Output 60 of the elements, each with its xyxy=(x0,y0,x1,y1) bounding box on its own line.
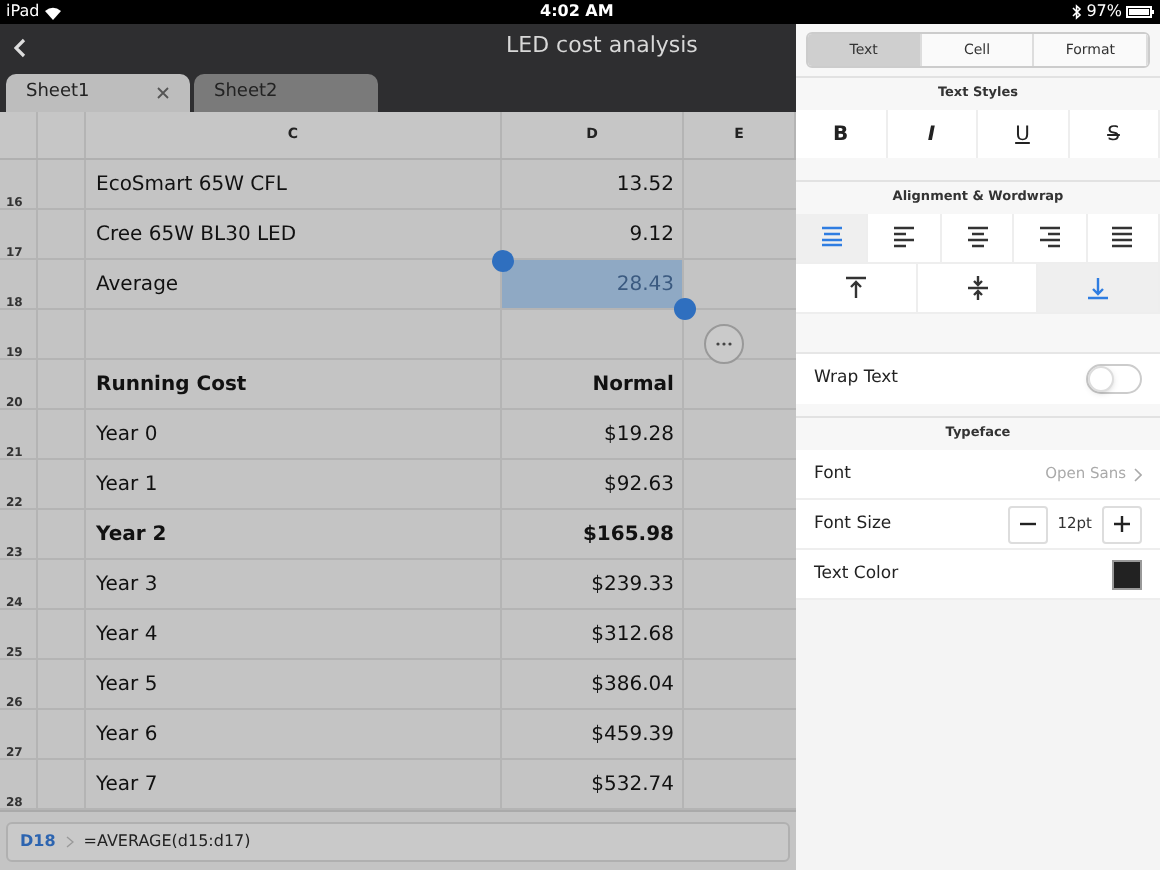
plus-icon xyxy=(1114,516,1130,532)
text-style-button[interactable]: B xyxy=(796,110,887,158)
setting-label: Wrap Text xyxy=(814,366,899,392)
table-cell[interactable]: $386.04 xyxy=(502,660,684,708)
bluetooth-icon xyxy=(1072,4,1083,20)
back-icon xyxy=(14,37,26,57)
close-icon xyxy=(156,86,170,100)
table-cell[interactable]: Year 6 xyxy=(86,710,502,758)
table-cell[interactable]: Year 3 xyxy=(86,560,502,608)
table-cell[interactable]: Normal xyxy=(502,360,684,408)
document-title: LED cost analysis xyxy=(506,30,698,63)
selection-handle[interactable] xyxy=(492,250,514,272)
setting-label: Text Color xyxy=(814,561,899,587)
table-cell[interactable]: $312.68 xyxy=(502,610,684,658)
align-bottom-icon xyxy=(1084,274,1113,302)
justify-icon xyxy=(1108,224,1137,252)
table-cell[interactable]: EcoSmart 65W CFL xyxy=(86,160,502,208)
increase-button[interactable] xyxy=(1102,505,1142,543)
table-cell[interactable]: Year 0 xyxy=(86,410,502,458)
cell-reference: D18 xyxy=(20,829,56,853)
table-cell[interactable]: $165.98 xyxy=(502,510,684,558)
formula-field[interactable]: D18 =AVERAGE(d15:d17) xyxy=(6,821,790,861)
chevron-icon xyxy=(65,835,74,847)
sheet-tab[interactable]: Sheet2 xyxy=(194,74,378,112)
decrease-button[interactable] xyxy=(1007,505,1048,543)
table-cell[interactable]: 13.52 xyxy=(502,160,684,208)
table-cell[interactable]: Year 2 xyxy=(86,510,502,558)
text-style-button[interactable]: U xyxy=(978,110,1069,158)
wifi-icon xyxy=(43,5,62,19)
align-center-icon xyxy=(963,224,992,252)
battery-percent: 97% xyxy=(1086,0,1122,24)
align-left-icon xyxy=(890,224,919,252)
selection-handle[interactable] xyxy=(674,298,696,320)
align-right-icon xyxy=(1035,224,1064,252)
table-cell[interactable]: $239.33 xyxy=(502,560,684,608)
device-label: iPad xyxy=(6,0,40,24)
table-cell[interactable]: Year 1 xyxy=(86,460,502,508)
setting-label: Font Size xyxy=(814,511,892,537)
table-cell[interactable]: $532.74 xyxy=(502,760,684,808)
align-middle-icon xyxy=(963,274,991,302)
minus-icon xyxy=(1019,522,1036,526)
text-style-button[interactable]: I xyxy=(887,110,978,158)
wrap-text-toggle[interactable] xyxy=(1086,364,1142,394)
table-cell[interactable]: $19.28 xyxy=(502,410,684,458)
table-cell[interactable]: Year 4 xyxy=(86,610,502,658)
wrap-align-icon xyxy=(817,224,846,252)
sheet-tab[interactable]: Sheet1 xyxy=(6,74,190,112)
text-style-button[interactable]: S xyxy=(1069,110,1160,158)
clock: 4:02 AM xyxy=(540,0,614,24)
color-swatch[interactable] xyxy=(1112,559,1142,589)
formula-text: =AVERAGE(d15:d17) xyxy=(83,829,251,853)
align-top-icon xyxy=(841,274,870,302)
table-cell[interactable]: $459.39 xyxy=(502,710,684,758)
table-cell[interactable]: Running Cost xyxy=(86,360,502,408)
battery-icon xyxy=(1126,6,1154,18)
table-cell[interactable]: Year 7 xyxy=(86,760,502,808)
chevron-icon xyxy=(1134,467,1142,481)
setting-label: Font xyxy=(814,461,852,487)
table-cell[interactable]: Year 5 xyxy=(86,660,502,708)
table-cell[interactable]: $92.63 xyxy=(502,460,684,508)
